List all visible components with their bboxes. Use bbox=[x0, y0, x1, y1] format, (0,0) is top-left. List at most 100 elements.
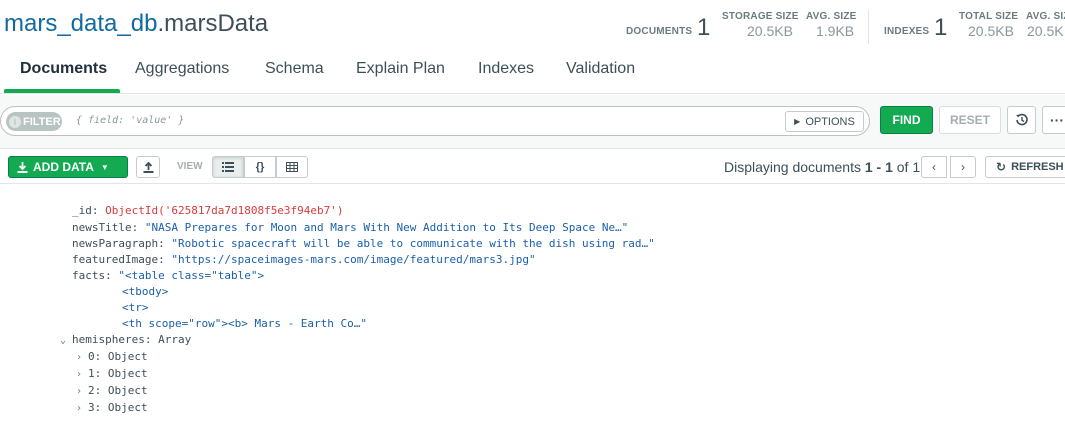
item-key: 1: bbox=[88, 367, 102, 380]
array-item[interactable]: › 1: Object bbox=[76, 366, 148, 382]
field-key: newsTitle: bbox=[72, 221, 139, 234]
avg-size-value: 1.9KB bbox=[816, 23, 855, 39]
total-size-label: TOTAL SIZE bbox=[959, 11, 1019, 22]
item-type: Object bbox=[107, 367, 148, 380]
find-button[interactable]: FIND bbox=[880, 106, 933, 134]
active-tab-indicator bbox=[4, 89, 120, 93]
documents-label: DOCUMENTS bbox=[626, 26, 693, 37]
display-total: 1 bbox=[912, 159, 921, 175]
tab-explain-plan[interactable]: Explain Plan bbox=[356, 60, 445, 78]
item-type: Object bbox=[107, 401, 148, 414]
field-value: "https://spaceimages-mars.com/image/feat… bbox=[171, 253, 536, 266]
field-featured-image: featuredImage: "https://spaceimages-mars… bbox=[72, 252, 536, 268]
display-range: 1 - 1 bbox=[864, 159, 893, 175]
namespace-title: mars_data_db.marsData bbox=[4, 10, 268, 38]
more-options-button[interactable]: ··· bbox=[1042, 106, 1065, 134]
item-key: 0: bbox=[88, 350, 102, 363]
add-data-button[interactable]: ADD DATA ▼ bbox=[8, 156, 128, 178]
total-size-value: 20.5KB bbox=[968, 23, 1014, 39]
storage-size-value: 20.5KB bbox=[747, 23, 793, 39]
caret-down-icon: ▼ bbox=[100, 162, 109, 172]
upload-icon bbox=[143, 161, 153, 173]
array-item[interactable]: › 2: Object bbox=[76, 383, 148, 399]
field-type: Array bbox=[158, 333, 192, 346]
field-key: newsParagraph: bbox=[72, 237, 165, 250]
collection-header: mars_data_db.marsData DOCUMENTS 1 STORAG… bbox=[0, 0, 1065, 94]
facts-line: <th scope="row"><b> Mars - Earth Co…" bbox=[122, 317, 368, 330]
field-value: ObjectId('625817da7d1808f5e3f94eb7') bbox=[105, 204, 344, 217]
index-avg-size-label: AVG. SIZ bbox=[1026, 11, 1065, 22]
tab-aggregations[interactable]: Aggregations bbox=[135, 60, 229, 78]
field-key: facts: bbox=[72, 269, 112, 282]
next-page-button[interactable]: › bbox=[950, 156, 976, 178]
field-value: "<table class="table"> bbox=[118, 269, 265, 282]
documents-toolbar: ADD DATA ▼ VIEW {} Displaying documents … bbox=[0, 150, 1065, 184]
chevron-left-icon: ‹ bbox=[932, 160, 936, 174]
facts-line: <tbody> bbox=[122, 285, 169, 298]
filter-pill: i FILTER bbox=[6, 112, 62, 131]
index-avg-size-value: 20.5K bbox=[1027, 23, 1064, 39]
item-type: Object bbox=[107, 384, 148, 397]
filter-placeholder: { field: 'value' } bbox=[76, 115, 185, 126]
list-view-button[interactable] bbox=[212, 156, 244, 178]
indexes-label: INDEXES bbox=[884, 26, 930, 37]
field-key: featuredImage: bbox=[72, 253, 165, 266]
document-list: _id: ObjectId('625817da7d1808f5e3f94eb7'… bbox=[0, 185, 1065, 427]
caret-right-icon: ▶ bbox=[794, 117, 801, 126]
table-icon bbox=[286, 162, 298, 172]
field-hemispheres[interactable]: ⌄ hemispheres: Array bbox=[60, 332, 191, 348]
reset-button[interactable]: RESET bbox=[939, 106, 1001, 134]
add-data-label: ADD DATA bbox=[33, 160, 94, 174]
database-name[interactable]: mars_data_db bbox=[4, 10, 157, 37]
field-news-title: newsTitle: "NASA Prepares for Moon and M… bbox=[72, 220, 628, 236]
field-value: "NASA Prepares for Moon and Mars With Ne… bbox=[144, 221, 629, 234]
collection-tabs: Documents Aggregations Schema Explain Pl… bbox=[0, 52, 1065, 94]
field-key: _id: bbox=[72, 204, 99, 217]
avg-size-label: AVG. SIZE bbox=[806, 11, 857, 22]
query-history-button[interactable] bbox=[1007, 106, 1036, 134]
chevron-down-icon[interactable]: ⌄ bbox=[60, 333, 72, 349]
field-news-paragraph: newsParagraph: "Robotic spacecraft will … bbox=[72, 236, 655, 252]
export-button[interactable] bbox=[136, 156, 160, 178]
chevron-right-icon[interactable]: › bbox=[76, 367, 88, 383]
tab-indexes[interactable]: Indexes bbox=[478, 60, 534, 78]
tab-validation[interactable]: Validation bbox=[566, 60, 635, 78]
table-view-button[interactable] bbox=[276, 156, 308, 178]
view-label: VIEW bbox=[177, 161, 203, 172]
field-value: "Robotic spacecraft will be able to comm… bbox=[171, 237, 655, 250]
options-button[interactable]: ▶ OPTIONS bbox=[785, 111, 864, 132]
display-prefix: Displaying documents bbox=[724, 159, 865, 175]
array-item[interactable]: › 0: Object bbox=[76, 349, 148, 365]
documents-count: 1 bbox=[697, 14, 711, 41]
refresh-label: REFRESH bbox=[1011, 161, 1064, 173]
chevron-right-icon: › bbox=[961, 160, 965, 174]
chevron-right-icon[interactable]: › bbox=[76, 401, 88, 417]
download-icon bbox=[17, 161, 28, 173]
refresh-icon: ↻ bbox=[996, 160, 1007, 174]
field-key: hemispheres: bbox=[72, 333, 152, 346]
list-icon bbox=[222, 162, 234, 172]
collection-name: .marsData bbox=[157, 10, 269, 37]
info-icon: i bbox=[9, 115, 21, 128]
array-item[interactable]: › 3: Object bbox=[76, 400, 148, 416]
filter-pill-label: FILTER bbox=[23, 115, 61, 128]
tab-schema[interactable]: Schema bbox=[265, 60, 324, 78]
previous-page-button[interactable]: ‹ bbox=[921, 156, 947, 178]
history-icon bbox=[1015, 113, 1028, 126]
query-bar: i FILTER { field: 'value' } ▶ OPTIONS FI… bbox=[0, 95, 1065, 149]
refresh-button[interactable]: ↻ REFRESH bbox=[985, 156, 1065, 178]
chevron-right-icon[interactable]: › bbox=[76, 350, 88, 366]
item-key: 3: bbox=[88, 401, 102, 414]
tab-documents[interactable]: Documents bbox=[20, 60, 107, 78]
storage-size-label: STORAGE SIZE bbox=[722, 11, 799, 22]
display-of: of bbox=[892, 159, 913, 175]
filter-input[interactable]: i FILTER { field: 'value' } ▶ OPTIONS bbox=[0, 106, 870, 136]
indexes-count: 1 bbox=[934, 14, 948, 41]
stats-divider bbox=[868, 10, 869, 44]
field-facts: facts: "<table class="table"> bbox=[72, 268, 264, 284]
pagination-summary: Displaying documents 1 - 1 of 1 bbox=[724, 159, 920, 175]
item-key: 2: bbox=[88, 384, 102, 397]
json-view-button[interactable]: {} bbox=[244, 156, 276, 178]
chevron-right-icon[interactable]: › bbox=[76, 384, 88, 400]
item-type: Object bbox=[107, 350, 148, 363]
